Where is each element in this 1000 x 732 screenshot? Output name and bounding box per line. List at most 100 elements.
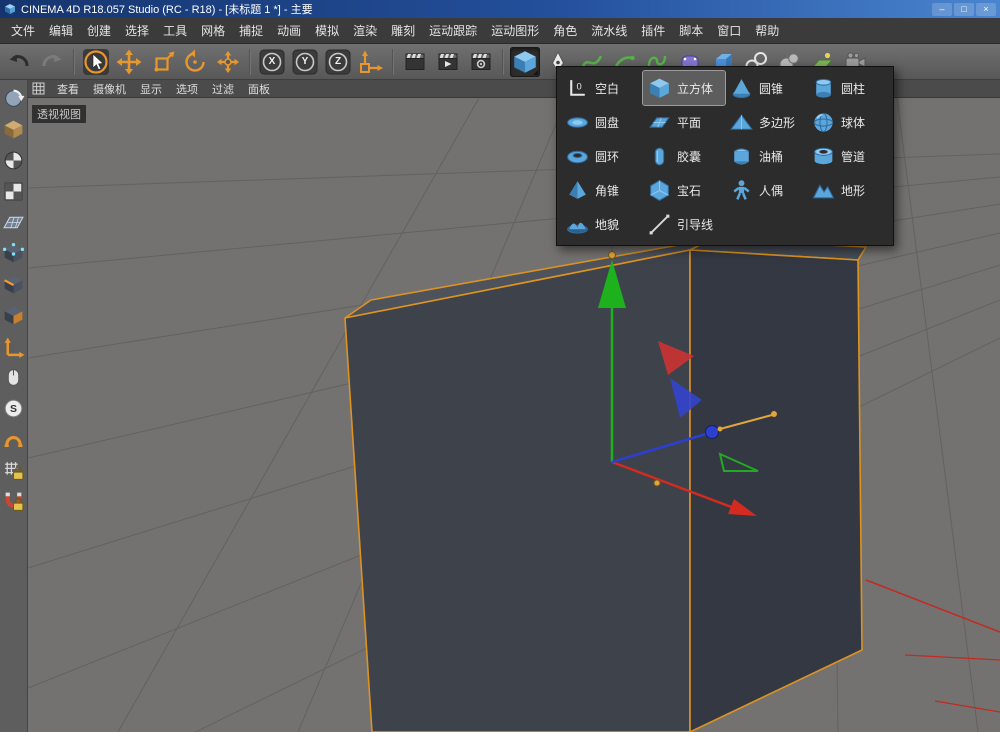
texture-mode-icon xyxy=(2,149,25,172)
menu-item-animate[interactable]: 动画 xyxy=(270,18,308,44)
primitive-item-pyramid[interactable]: 角锥 xyxy=(561,173,643,207)
primitive-item-platonic[interactable]: 宝石 xyxy=(643,173,725,207)
viewport-solo-button[interactable] xyxy=(1,364,27,390)
primitive-item-polygon[interactable]: 多边形 xyxy=(725,105,807,139)
make-editable-button[interactable] xyxy=(1,85,27,111)
rotate-tool[interactable] xyxy=(180,47,210,77)
enable-axis-button[interactable] xyxy=(1,333,27,359)
panel-grid-icon[interactable] xyxy=(32,82,45,95)
z-axis-lock-button[interactable]: Z xyxy=(323,47,353,77)
menu-item-mograph[interactable]: 运动图形 xyxy=(484,18,546,44)
points-mode-button[interactable] xyxy=(1,240,27,266)
menu-item-render[interactable]: 渲染 xyxy=(346,18,384,44)
scale-tool[interactable] xyxy=(147,47,177,77)
menu-item-create[interactable]: 创建 xyxy=(80,18,118,44)
cube-object[interactable] xyxy=(345,239,866,732)
menu-item-script[interactable]: 脚本 xyxy=(672,18,710,44)
primitive-item-cylinder[interactable]: 圆柱 xyxy=(807,71,889,105)
menu-item-window[interactable]: 窗口 xyxy=(710,18,748,44)
live-selection-tool[interactable] xyxy=(81,47,111,77)
x-axis-lock-button[interactable]: X xyxy=(257,47,287,77)
left-mode-toolbar: S xyxy=(0,80,28,732)
polygon-icon xyxy=(728,109,754,135)
menu-item-tools[interactable]: 工具 xyxy=(156,18,194,44)
polygons-mode-icon xyxy=(2,304,25,327)
bank-dot-far[interactable] xyxy=(771,411,777,417)
texture-axis-mode-button[interactable] xyxy=(1,178,27,204)
edit-render-settings-button[interactable] xyxy=(466,47,496,77)
viewport-menu-options[interactable]: 选项 xyxy=(170,81,204,97)
menu-item-simulate[interactable]: 模拟 xyxy=(308,18,346,44)
menu-item-plugins[interactable]: 插件 xyxy=(634,18,672,44)
disc-icon xyxy=(564,109,590,135)
primitive-item-oil-tank[interactable]: 油桶 xyxy=(725,139,807,173)
menu-item-snap[interactable]: 捕捉 xyxy=(232,18,270,44)
viewport-menu-display[interactable]: 显示 xyxy=(134,81,168,97)
primitive-item-cone[interactable]: 圆锥 xyxy=(725,71,807,105)
menu-item-pipeline[interactable]: 流水线 xyxy=(584,18,634,44)
undo-button[interactable] xyxy=(4,47,34,77)
minimize-button[interactable]: – xyxy=(932,3,952,16)
primitive-item-cube[interactable]: 立方体 xyxy=(643,71,725,105)
edges-mode-button[interactable] xyxy=(1,271,27,297)
s-badge-icon: S xyxy=(2,397,25,420)
viewport-menu-panel[interactable]: 面板 xyxy=(242,81,276,97)
cube-icon xyxy=(646,75,672,101)
workplane-icon xyxy=(2,211,25,234)
snap-lock-button[interactable] xyxy=(1,488,27,514)
primitive-label: 地形 xyxy=(841,182,865,199)
viewport-menu-cameras[interactable]: 摄像机 xyxy=(87,81,132,97)
primitive-item-figure[interactable]: 人偶 xyxy=(725,173,807,207)
coordinate-system-button[interactable] xyxy=(356,47,386,77)
snap-clamp-button[interactable] xyxy=(1,426,27,452)
primitive-item-guide[interactable]: 引导线 xyxy=(643,207,725,241)
render-view-button[interactable] xyxy=(400,47,430,77)
menu-item-help[interactable]: 帮助 xyxy=(748,18,786,44)
primitive-item-relief[interactable]: 地貌 xyxy=(561,207,643,241)
primitive-item-disc[interactable]: 圆盘 xyxy=(561,105,643,139)
menu-item-edit[interactable]: 编辑 xyxy=(42,18,80,44)
last-used-tool[interactable] xyxy=(213,47,243,77)
primitive-item-plane[interactable]: 平面 xyxy=(643,105,725,139)
y-axis-tip-dot[interactable] xyxy=(609,252,616,259)
menu-item-mesh[interactable]: 网格 xyxy=(194,18,232,44)
solo-badge-button[interactable]: S xyxy=(1,395,27,421)
y-axis-lock-button[interactable]: Y xyxy=(290,47,320,77)
bank-dot-near[interactable] xyxy=(718,427,723,432)
z-axis-knob[interactable] xyxy=(706,426,719,439)
viewport-menu-view[interactable]: 查看 xyxy=(51,81,85,97)
polygons-mode-button[interactable] xyxy=(1,302,27,328)
primitive-label: 空白 xyxy=(595,80,619,97)
menu-item-motion-tracker[interactable]: 运动跟踪 xyxy=(422,18,484,44)
maximize-button[interactable]: □ xyxy=(954,3,974,16)
primitive-label: 圆盘 xyxy=(595,114,619,131)
rotate-icon xyxy=(181,48,209,76)
svg-text:0: 0 xyxy=(576,81,581,91)
primitive-item-sphere[interactable]: 球体 xyxy=(807,105,889,139)
toolbar-separator xyxy=(249,49,251,75)
menu-item-character[interactable]: 角色 xyxy=(546,18,584,44)
primitive-item-tube[interactable]: 管道 xyxy=(807,139,889,173)
primitive-item-null[interactable]: 0 空白 xyxy=(561,71,643,105)
menu-item-sculpt[interactable]: 雕刻 xyxy=(384,18,422,44)
title-bar: CINEMA 4D R18.057 Studio (RC - R18) - [未… xyxy=(0,0,1000,18)
viewport-menu-filter[interactable]: 过滤 xyxy=(206,81,240,97)
add-cube-primitive-button[interactable] xyxy=(510,47,540,77)
primitive-item-torus[interactable]: 圆环 xyxy=(561,139,643,173)
move-icon xyxy=(115,48,143,76)
model-mode-button[interactable] xyxy=(1,116,27,142)
close-button[interactable]: × xyxy=(976,3,996,16)
primitive-item-capsule[interactable]: 胶囊 xyxy=(643,139,725,173)
texture-mode-button[interactable] xyxy=(1,147,27,173)
primitive-item-landscape[interactable]: 地形 xyxy=(807,173,889,207)
landscape-icon xyxy=(810,177,836,203)
clamp-icon xyxy=(2,428,25,451)
workplane-lock-button[interactable] xyxy=(1,457,27,483)
x-axis-dot[interactable] xyxy=(654,480,660,486)
redo-button[interactable] xyxy=(37,47,67,77)
render-to-picture-viewer-button[interactable] xyxy=(433,47,463,77)
workplane-mode-button[interactable] xyxy=(1,209,27,235)
menu-item-select[interactable]: 选择 xyxy=(118,18,156,44)
move-tool[interactable] xyxy=(114,47,144,77)
menu-item-file[interactable]: 文件 xyxy=(4,18,42,44)
